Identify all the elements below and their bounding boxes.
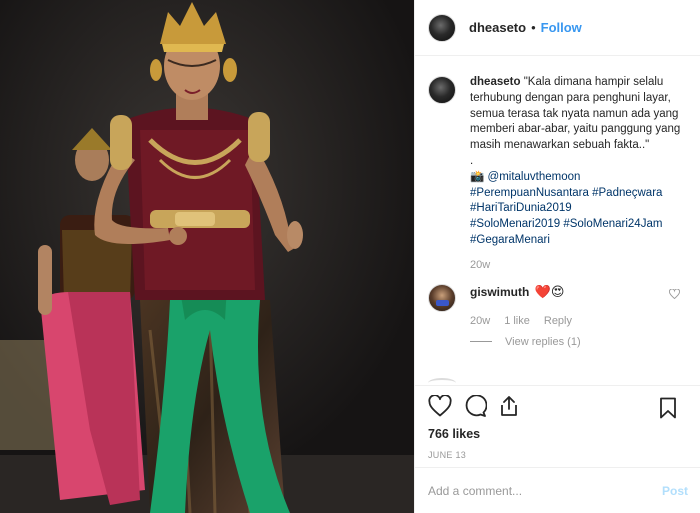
- caption-username[interactable]: dheaseto: [470, 76, 521, 88]
- comment-emojis: ❤️😍: [534, 283, 565, 299]
- post-comment-button[interactable]: Post: [662, 484, 688, 498]
- caption: dheaseto "Kala dimana hampir selalu terh…: [428, 75, 688, 274]
- post-actions: 766 likes JUNE 13: [415, 385, 700, 467]
- action-icons: [428, 393, 688, 422]
- view-replies-line: [470, 341, 492, 343]
- author-username[interactable]: dheaseto: [469, 20, 526, 35]
- commenter-avatar[interactable]: [428, 283, 456, 312]
- comment-meta: 20w 1 like Reply: [470, 315, 572, 327]
- caption-mention[interactable]: @mitaluvthemoon: [488, 171, 581, 183]
- caption-hashtags: #PerempuanNusantara #Padneçwara #HariTar…: [470, 186, 687, 249]
- comment-likes[interactable]: 1 like: [504, 315, 530, 327]
- commenter-username[interactable]: giswimuth: [470, 285, 529, 299]
- camera-emoji: 📸: [470, 170, 485, 183]
- share-icon[interactable]: [498, 395, 520, 422]
- caption-age[interactable]: 20w: [470, 258, 687, 274]
- reply-button[interactable]: Reply: [544, 315, 572, 327]
- post-header: dheaseto • Follow: [415, 0, 700, 56]
- hashtag-line[interactable]: #SoloMenari2019 #SoloMenari24Jam: [470, 217, 687, 233]
- caption-separator: .: [470, 154, 474, 167]
- bookmark-icon[interactable]: [659, 397, 677, 424]
- comments-section[interactable]: dheaseto "Kala dimana hampir selalu terh…: [415, 57, 700, 384]
- comment-input[interactable]: [428, 483, 662, 498]
- next-comment-avatar: [428, 378, 456, 384]
- author-avatar[interactable]: [428, 13, 456, 42]
- caption-body: dheaseto "Kala dimana hampir selalu terh…: [470, 75, 687, 274]
- view-replies-button[interactable]: View replies (1): [470, 336, 688, 348]
- follow-button[interactable]: Follow: [541, 20, 582, 35]
- comment-item: giswimuth ❤️😍 20w 1 like Reply: [428, 283, 688, 327]
- small-heart-icon[interactable]: [668, 288, 681, 302]
- likes-count[interactable]: 766 likes: [428, 427, 688, 441]
- comment-body: giswimuth ❤️😍 20w 1 like Reply: [470, 284, 572, 327]
- post-date[interactable]: JUNE 13: [428, 450, 688, 460]
- caption-avatar[interactable]: [428, 76, 456, 104]
- comment-age[interactable]: 20w: [470, 315, 490, 327]
- post-details-panel: dheaseto • Follow dheaseto "Kala dimana …: [414, 0, 700, 513]
- post-photo[interactable]: [0, 0, 414, 513]
- hashtag-line[interactable]: #GegaraMenari: [470, 233, 687, 249]
- hashtag-line[interactable]: #HariTariDunia2019: [470, 201, 687, 217]
- heart-icon[interactable]: [428, 393, 452, 422]
- view-replies-label: View replies (1): [505, 335, 581, 348]
- add-comment-bar: Post: [415, 467, 700, 513]
- dancer-photo-illustration: [0, 0, 414, 513]
- hashtag-line[interactable]: #PerempuanNusantara #Padneçwara: [470, 186, 687, 202]
- follow-separator: •: [531, 20, 536, 35]
- comment-icon[interactable]: [463, 393, 488, 422]
